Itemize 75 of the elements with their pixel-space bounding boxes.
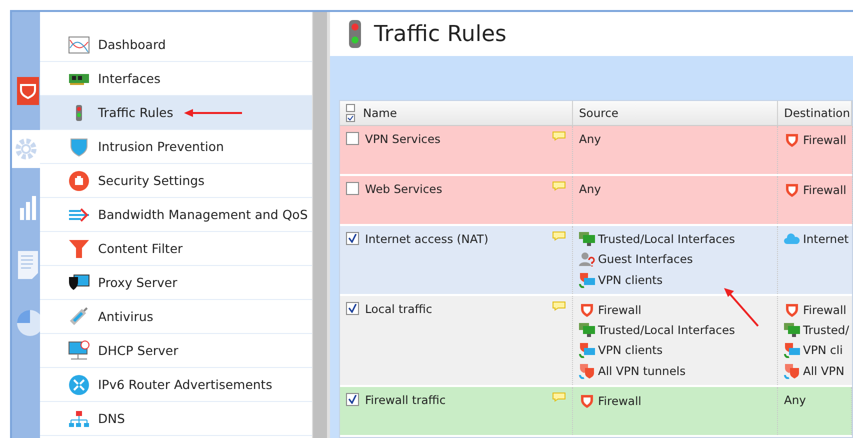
sitemap-icon	[68, 410, 90, 428]
table-row[interactable]: Local traffic Firewall Trusted/Local Interfaces VPN clients All VPN tunnels Firewall Trusted/ VPN cli All VPN	[340, 296, 852, 387]
shield-icon	[784, 132, 800, 148]
shield-icon	[579, 302, 595, 318]
shield-monitor-icon	[68, 274, 90, 292]
gear-icon	[14, 137, 38, 161]
checkbox[interactable]	[346, 132, 359, 145]
source-label: Guest Interfaces	[598, 252, 693, 266]
comment-icon[interactable]	[552, 181, 566, 191]
rule-name: VPN Services	[365, 132, 441, 146]
rule-name: Internet access (NAT)	[365, 232, 488, 246]
arrow-drawing	[184, 108, 242, 118]
page-title: Traffic Rules	[374, 22, 506, 46]
destination-label: VPN cli	[803, 343, 843, 357]
checkbox[interactable]	[346, 182, 359, 195]
destination-label: Firewall	[803, 303, 846, 317]
source-label: Trusted/Local Interfaces	[598, 323, 736, 337]
shield-icon	[17, 77, 39, 105]
comment-icon[interactable]	[552, 131, 566, 141]
shield-icon	[68, 136, 90, 156]
shield-monitor-icon	[784, 342, 800, 358]
sidebar-item[interactable]: Traffic Rules	[40, 96, 312, 130]
table-row[interactable]: VPN Services Any Firewall	[340, 126, 852, 176]
syringe-icon	[68, 306, 90, 326]
traffic-light-icon	[76, 104, 82, 120]
network-card-icon	[68, 72, 90, 86]
checkbox[interactable]	[346, 393, 359, 406]
bar-chart-icon	[18, 194, 38, 220]
source-label: Firewall	[598, 394, 642, 408]
source-label: All VPN tunnels	[598, 364, 686, 378]
arrows-icon	[68, 206, 90, 222]
column-label: Name	[363, 106, 397, 120]
checkbox[interactable]	[346, 232, 359, 245]
checkbox[interactable]	[346, 302, 359, 315]
shield-monitor-icon	[579, 272, 595, 288]
destination-label: Any	[784, 393, 806, 407]
comment-icon[interactable]	[552, 231, 566, 241]
table-row[interactable]: Web Services Any Firewall	[340, 176, 852, 226]
source-label: Trusted/Local Interfaces	[598, 232, 736, 246]
comment-icon[interactable]	[552, 301, 566, 311]
shield-icon	[784, 182, 800, 198]
chart-icon	[68, 36, 90, 54]
user-question-icon	[579, 251, 595, 267]
destination-label: Firewall	[803, 133, 846, 147]
monitor-icon	[784, 323, 800, 337]
source-label: Firewall	[598, 303, 642, 317]
monitor-icon	[579, 232, 595, 246]
checkbox-icon	[346, 104, 355, 122]
source-label: Any	[579, 182, 601, 196]
table-row[interactable]: Internet access (NAT) Trusted/Local Interfaces Guest Interfaces VPN clients Internet	[340, 226, 852, 296]
source-label: Any	[579, 132, 601, 146]
destination-label: Firewall	[803, 183, 846, 197]
destination-label: Trusted/	[803, 323, 850, 337]
comment-icon[interactable]	[552, 392, 566, 402]
funnel-icon	[68, 238, 90, 258]
shield-icon	[579, 393, 595, 409]
monitor-icon	[579, 323, 595, 337]
source-label: VPN clients	[598, 343, 663, 357]
rule-name: Local traffic	[365, 302, 432, 316]
shield-icon	[784, 302, 800, 318]
traffic-light-icon	[348, 19, 362, 49]
shield-monitor-icon	[579, 342, 595, 358]
shield-icon	[579, 363, 595, 379]
rule-name: Web Services	[365, 182, 442, 196]
destination-label: Internet	[803, 232, 849, 246]
table-row[interactable]: Firewall traffic Firewall Any	[340, 387, 852, 437]
column-header[interactable]: Name	[340, 101, 573, 125]
column-header[interactable]: Destination	[778, 101, 852, 125]
destination-label: All VPN	[803, 364, 844, 378]
column-header[interactable]: Source	[573, 101, 778, 125]
shield-icon	[784, 363, 800, 379]
cloud-icon	[784, 233, 800, 245]
monitor-icon	[68, 340, 90, 362]
rule-name: Firewall traffic	[365, 393, 446, 407]
source-label: VPN clients	[598, 273, 663, 287]
